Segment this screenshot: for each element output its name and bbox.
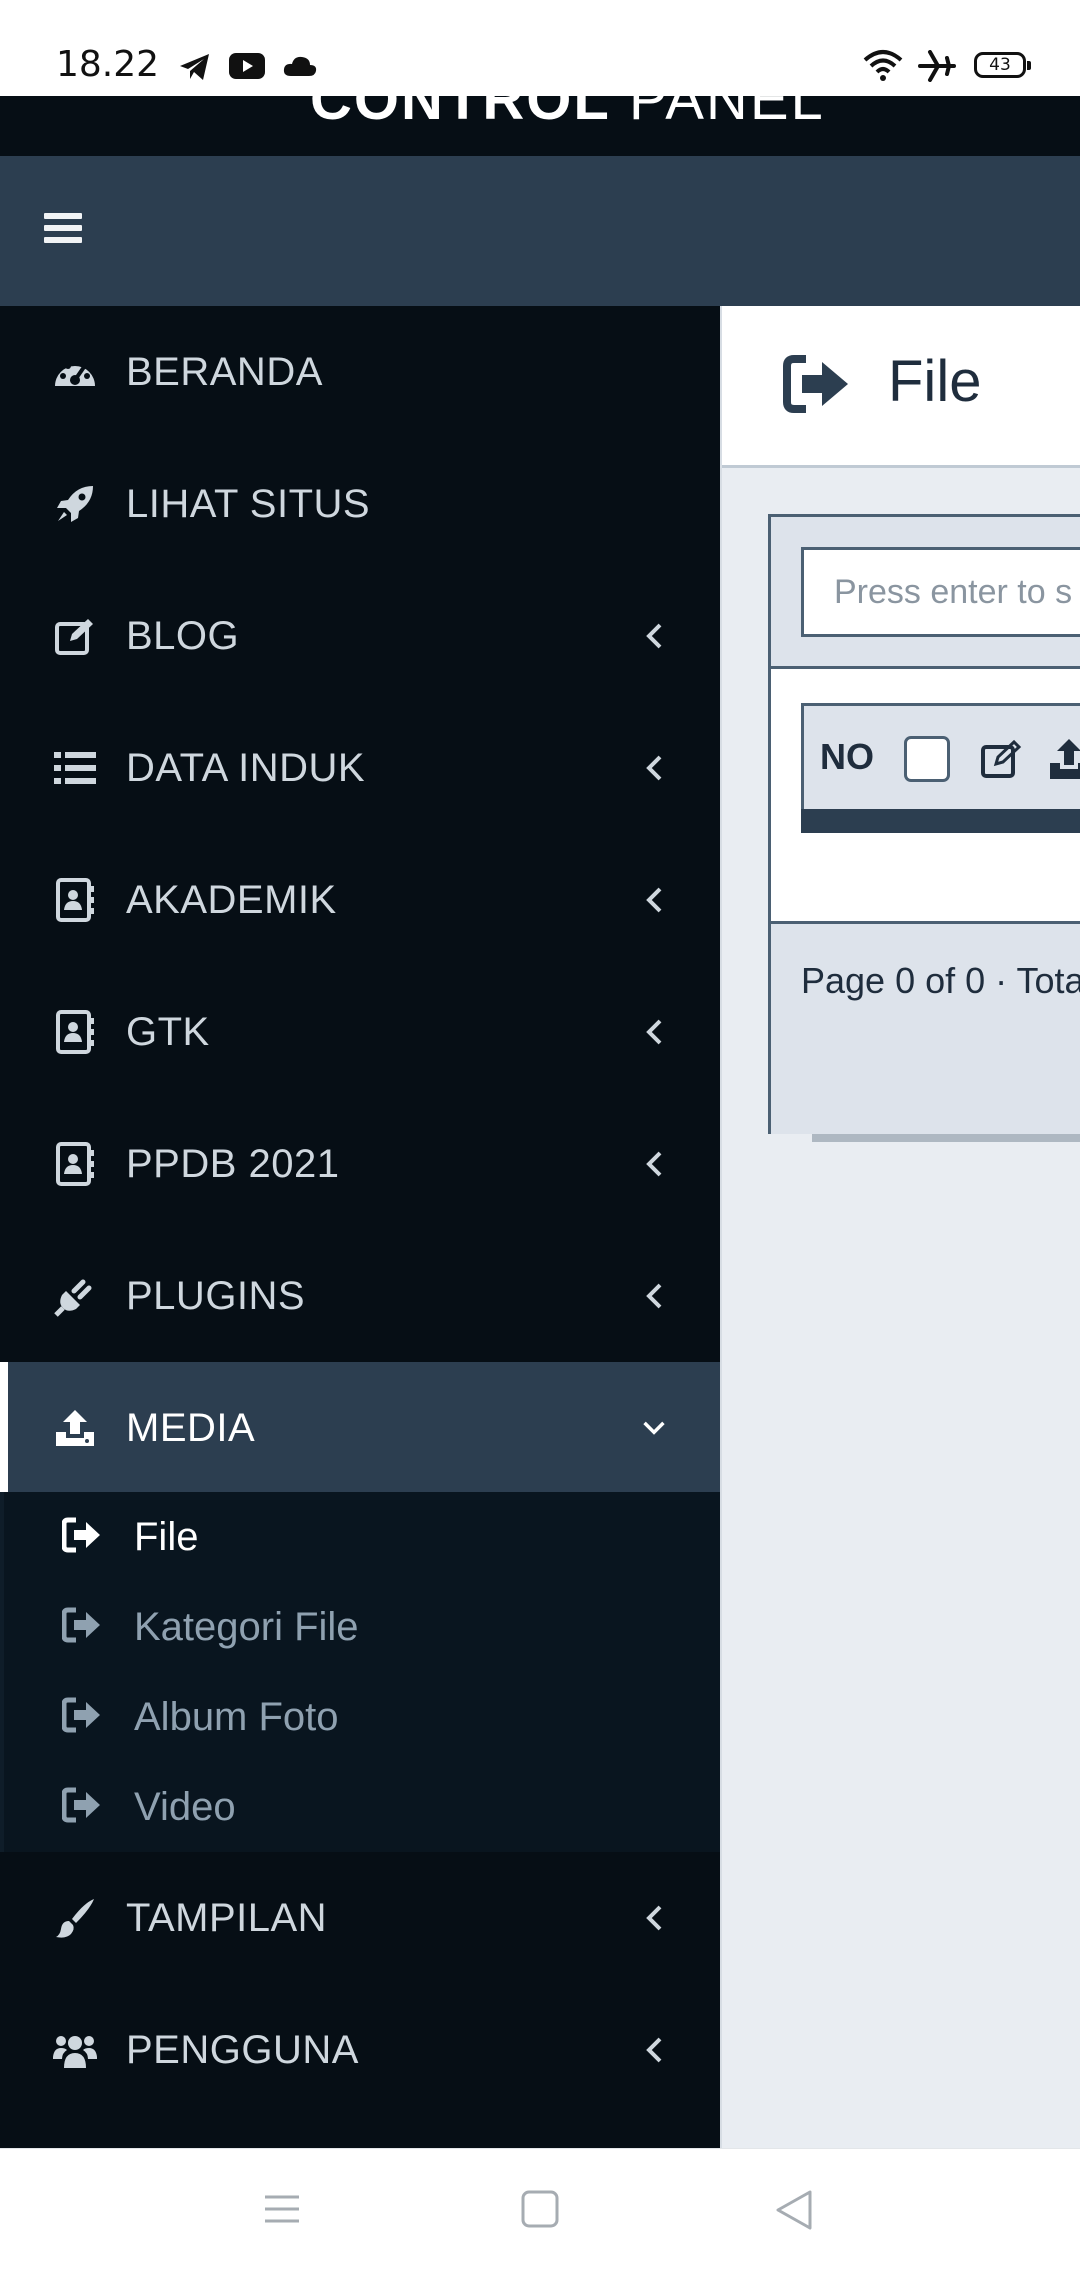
main-content: File Press enter to s NO Page 0 of 0 · T… xyxy=(720,306,1080,2148)
submenu-item-album-foto[interactable]: Album Foto xyxy=(4,1672,720,1762)
dashboard-icon xyxy=(52,349,98,395)
page-header: File xyxy=(722,306,1080,468)
top-header xyxy=(0,156,1080,306)
submenu-item-file[interactable]: File xyxy=(4,1492,720,1582)
sidebar-item-data-induk[interactable]: DATA INDUK xyxy=(0,702,720,834)
paintbrush-icon xyxy=(52,1895,98,1941)
sidebar-item-label: BERANDA xyxy=(126,349,323,394)
chevron-left-icon xyxy=(642,1148,666,1180)
sign-out-icon xyxy=(61,1607,106,1647)
sidebar-item-pengguna[interactable]: PENGGUNA xyxy=(0,1984,720,2116)
sign-out-icon xyxy=(61,1517,106,1557)
chevron-left-icon xyxy=(642,1902,666,1934)
sidebar-item-label: MEDIA xyxy=(126,1405,256,1450)
sidebar-item-akademik[interactable]: AKADEMIK xyxy=(0,834,720,966)
sidebar-item-blog[interactable]: BLOG xyxy=(0,570,720,702)
airplane-icon xyxy=(918,50,956,82)
upload-icon xyxy=(52,1405,98,1451)
status-time: 18.22 xyxy=(56,44,160,85)
sidebar-item-label: PENGGUNA xyxy=(126,2027,359,2072)
submenu-item-label: Video xyxy=(134,1784,236,1829)
submenu-item-kategori-file[interactable]: Kategori File xyxy=(4,1582,720,1672)
chevron-left-icon xyxy=(642,1280,666,1312)
hamburger-icon xyxy=(44,213,82,219)
sidebar-item-label: BLOG xyxy=(126,613,240,658)
address-book-icon xyxy=(52,1009,98,1055)
sidebar-item-beranda[interactable]: BERANDA xyxy=(0,306,720,438)
sidebar-item-media[interactable]: MEDIA xyxy=(0,1362,720,1494)
battery-indicator: 43 xyxy=(974,52,1031,78)
pagination: Page 0 of 0 · Total xyxy=(771,921,1080,1134)
edit-icon xyxy=(52,613,98,659)
rocket-icon xyxy=(52,481,98,527)
address-book-icon xyxy=(52,1141,98,1187)
back-icon[interactable] xyxy=(774,2189,814,2231)
brand-bar: CONTROL PANEL xyxy=(0,96,1080,156)
sidebar: BERANDA LIHAT SITUS BLOG DATA INDUK AKAD… xyxy=(0,306,720,2148)
submenu-item-label: File xyxy=(134,1514,199,1559)
table-header: NO xyxy=(801,703,1080,811)
list-icon xyxy=(52,745,98,791)
page-info: Page 0 of 0 · Total xyxy=(801,960,1080,1001)
submenu-item-video[interactable]: Video xyxy=(4,1762,720,1852)
sidebar-item-tampilan[interactable]: TAMPILAN xyxy=(0,1852,720,1984)
page-title: File xyxy=(888,349,982,414)
edit-icon[interactable] xyxy=(980,739,1022,779)
telegram-icon xyxy=(180,54,209,80)
menu-toggle-button[interactable] xyxy=(44,213,82,249)
media-submenu: File Kategori File Album Foto Video xyxy=(0,1492,720,1852)
home-icon[interactable] xyxy=(520,2189,560,2229)
sidebar-item-plugins[interactable]: PLUGINS xyxy=(0,1230,720,1362)
address-book-icon xyxy=(52,877,98,923)
table-header-bar xyxy=(801,809,1080,833)
brand-title: CONTROL PANEL xyxy=(310,96,825,132)
select-all-checkbox[interactable] xyxy=(904,736,950,782)
sidebar-item-label: PLUGINS xyxy=(126,1273,306,1318)
chevron-left-icon xyxy=(642,1016,666,1048)
sidebar-item-lihat-situs[interactable]: LIHAT SITUS xyxy=(0,438,720,570)
search-input[interactable]: Press enter to s xyxy=(801,547,1080,637)
sidebar-item-label: GTK xyxy=(126,1009,210,1054)
panel-shadow xyxy=(812,1134,1080,1142)
chevron-down-icon xyxy=(642,1412,666,1444)
chevron-left-icon xyxy=(642,752,666,784)
wifi-icon xyxy=(863,50,903,81)
submenu-item-label: Album Foto xyxy=(134,1694,339,1739)
sign-out-icon xyxy=(782,354,852,414)
sidebar-item-label: AKADEMIK xyxy=(126,877,337,922)
sidebar-item-label: DATA INDUK xyxy=(126,745,366,790)
file-panel: Press enter to s NO Page 0 of 0 · Total xyxy=(768,514,1080,1134)
sign-out-icon xyxy=(61,1697,106,1737)
submenu-item-label: Kategori File xyxy=(134,1604,359,1649)
youtube-icon xyxy=(229,53,265,79)
system-nav-bar xyxy=(0,2148,1080,2280)
users-icon xyxy=(52,2027,98,2073)
sidebar-item-ppdb-2021[interactable]: PPDB 2021 xyxy=(0,1098,720,1230)
sidebar-item-label: LIHAT SITUS xyxy=(126,481,371,526)
status-bar: 18.22 43 xyxy=(0,0,1080,96)
chevron-left-icon xyxy=(642,884,666,916)
sign-out-icon xyxy=(61,1787,106,1827)
chevron-left-icon xyxy=(642,2034,666,2066)
cloud-icon xyxy=(283,56,317,76)
chevron-left-icon xyxy=(642,620,666,652)
search-bar: Press enter to s xyxy=(771,517,1080,669)
column-no: NO xyxy=(820,736,874,777)
sidebar-item-label: TAMPILAN xyxy=(126,1895,328,1940)
plug-icon xyxy=(52,1273,98,1319)
sidebar-item-gtk[interactable]: GTK xyxy=(0,966,720,1098)
upload-icon[interactable] xyxy=(1048,737,1080,781)
sidebar-item-label: PPDB 2021 xyxy=(126,1141,340,1186)
recents-icon[interactable] xyxy=(262,2189,302,2229)
